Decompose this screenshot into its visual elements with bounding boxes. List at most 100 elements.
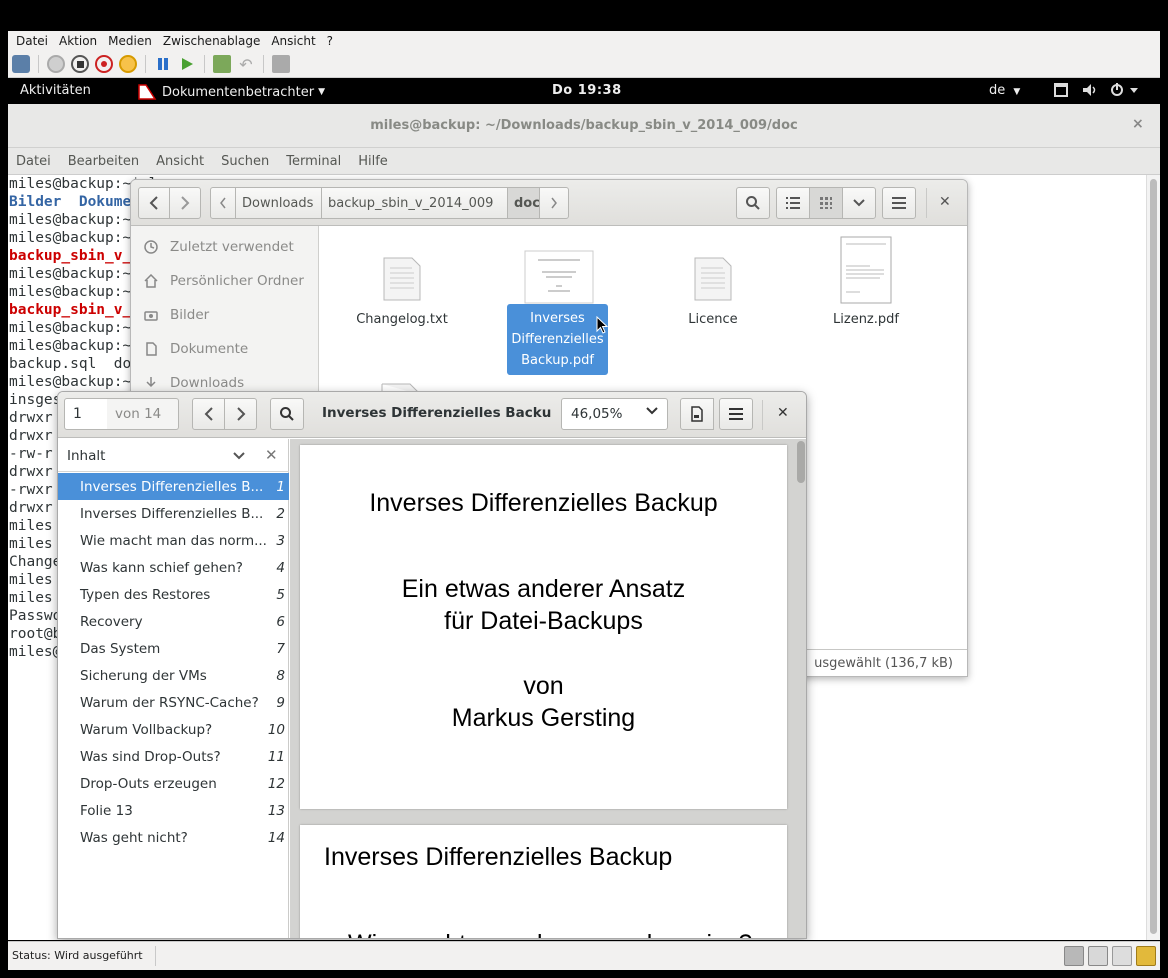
search-button[interactable] [270, 398, 304, 430]
document-viewer-window[interactable]: 1 von 14 Inverses Differenzielles Backup… [57, 391, 807, 939]
chevron-down-icon[interactable] [233, 452, 245, 460]
settings-icon[interactable] [12, 55, 30, 73]
outline-item[interactable]: Drop-Outs erzeugen 12 [58, 770, 289, 797]
path-scroll-right[interactable] [539, 187, 569, 219]
hard-disk-icon[interactable] [1064, 946, 1084, 966]
back-button[interactable] [138, 187, 170, 219]
menu-button[interactable] [719, 398, 753, 430]
page-subtitle: Ein etwas anderer Ansatz [401, 575, 686, 603]
close-icon[interactable]: ✕ [939, 194, 951, 210]
volume-icon [1083, 84, 1096, 96]
file-name: Licence [688, 312, 738, 327]
file-item[interactable]: Licence [661, 256, 765, 327]
term-menu-ansicht[interactable]: Ansicht [156, 154, 221, 169]
file-item-selected[interactable]: Inverses Differenzielles Backup.pdf [507, 250, 611, 375]
vbox-menu-datei[interactable]: Datei [12, 34, 55, 48]
app-menu[interactable]: Dokumentenbetrachter ▼ [136, 83, 325, 101]
outline-item-page: 8 [276, 667, 285, 684]
sidebar-item-recent[interactable]: Zuletzt verwendet [131, 230, 319, 264]
outline-item-page: 12 [267, 775, 285, 792]
menu-button[interactable] [882, 187, 916, 219]
close-icon[interactable]: × [1132, 116, 1144, 132]
vbox-menu-aktion[interactable]: Aktion [55, 34, 104, 48]
term-menu-suchen[interactable]: Suchen [221, 154, 286, 169]
file-item[interactable]: Lizenz.pdf [814, 236, 918, 327]
outline-item[interactable]: Typen des Restores 5 [58, 581, 289, 608]
outline-item-label: Sicherung der VMs [80, 667, 207, 684]
close-icon[interactable]: ✕ [777, 405, 789, 421]
path-scroll-left[interactable] [210, 187, 236, 219]
clock[interactable]: Do 19:38 [552, 83, 622, 98]
outline-item[interactable]: Was sind Drop-Outs? 11 [58, 743, 289, 770]
shutdown-icon[interactable] [95, 55, 113, 73]
document-view[interactable]: Inverses Differenzielles Backup Ein etwa… [290, 439, 806, 938]
term-menu-terminal[interactable]: Terminal [286, 154, 358, 169]
outline-item[interactable]: Warum der RSYNC-Cache? 9 [58, 689, 289, 716]
scrollbar-thumb[interactable] [1150, 179, 1157, 934]
outline-item[interactable]: Das System 7 [58, 635, 289, 662]
terminal-scrollbar[interactable] [1146, 175, 1160, 940]
outline-item[interactable]: Folie 13 13 [58, 797, 289, 824]
lock-icon[interactable] [1136, 946, 1156, 966]
camera-icon [144, 311, 158, 321]
vbox-menu-help[interactable]: ? [323, 34, 340, 48]
sidebar-item-pictures[interactable]: Bilder [131, 298, 319, 332]
term-menu-bearbeiten[interactable]: Bearbeiten [68, 154, 156, 169]
power-off-icon[interactable] [47, 55, 65, 73]
chevron-left-icon [220, 197, 226, 209]
vbox-menu-zwischenablage[interactable]: Zwischenablage [159, 34, 267, 48]
list-view-button[interactable] [776, 187, 810, 219]
list-icon [786, 197, 800, 209]
file-item[interactable]: Changelog.txt [350, 256, 454, 327]
outline-item[interactable]: Was geht nicht? 14 [58, 824, 289, 851]
sidebar-item-home[interactable]: Persönlicher Ordner [131, 264, 319, 298]
next-page-button[interactable] [224, 398, 257, 430]
chevron-down-icon [853, 199, 865, 207]
search-button[interactable] [736, 187, 770, 219]
keyboard-layout-indicator[interactable]: de ▼ [989, 83, 1020, 98]
undo-icon[interactable]: ↶ [237, 55, 255, 74]
previous-page-button[interactable] [192, 398, 225, 430]
grid-view-button[interactable] [809, 187, 843, 219]
annotate-button[interactable] [680, 398, 714, 430]
path-downloads[interactable]: Downloads [235, 187, 322, 219]
outline-item[interactable]: Was kann schief gehen? 4 [58, 554, 289, 581]
pause-icon[interactable] [154, 55, 172, 73]
mouse-integration-icon[interactable] [1112, 946, 1132, 966]
file-name: Inverses Differenzielles Backup.pdf [507, 304, 608, 375]
view-options-button[interactable] [842, 187, 876, 219]
terminal-titlebar[interactable]: miles@backup: ~/Downloads/backup_sbin_v_… [8, 104, 1160, 148]
outline-item[interactable]: Inverses Differenzielles B... 2 [58, 500, 289, 527]
term-menu-hilfe[interactable]: Hilfe [358, 154, 405, 169]
path-backup-folder[interactable]: backup_sbin_v_2014_009 [321, 187, 508, 219]
outline-item[interactable]: Wie macht man das norm... 3 [58, 527, 289, 554]
term-menu-datei[interactable]: Datei [16, 154, 68, 169]
chevron-left-icon [149, 196, 158, 210]
vbox-menu-medien[interactable]: Medien [104, 34, 159, 48]
sidebar-header[interactable]: Inhalt ✕ [58, 439, 289, 472]
chevron-down-icon: ▼ [318, 87, 325, 97]
stop-icon[interactable] [71, 55, 89, 73]
system-tray[interactable] [1054, 83, 1140, 97]
power-button-icon[interactable] [119, 55, 137, 73]
resume-icon[interactable] [178, 55, 196, 73]
sidebar-item-label: Dokumente [170, 341, 249, 357]
outline-item[interactable]: Inverses Differenzielles B... 1 [58, 473, 289, 500]
scrollbar-thumb[interactable] [797, 441, 805, 483]
usb-device-icon[interactable] [1088, 946, 1108, 966]
close-icon[interactable]: ✕ [265, 446, 278, 464]
sidebar-item-documents[interactable]: Dokumente [131, 332, 319, 366]
outline-item[interactable]: Sicherung der VMs 8 [58, 662, 289, 689]
vbox-menu-ansicht[interactable]: Ansicht [267, 34, 322, 48]
page-number-input[interactable]: 1 [64, 398, 108, 430]
outline-item[interactable]: Recovery 6 [58, 608, 289, 635]
snapshot-icon[interactable] [213, 55, 231, 73]
forward-button[interactable] [169, 187, 201, 219]
outline-item-label: Recovery [80, 613, 143, 630]
activities-button[interactable]: Aktivitäten [20, 83, 91, 98]
mouse-cursor-icon [596, 316, 608, 334]
path-doc[interactable]: doc [507, 187, 540, 219]
page-count: von 14 [107, 398, 179, 430]
outline-item[interactable]: Warum Vollbackup? 10 [58, 716, 289, 743]
usb-icon[interactable] [272, 55, 290, 73]
